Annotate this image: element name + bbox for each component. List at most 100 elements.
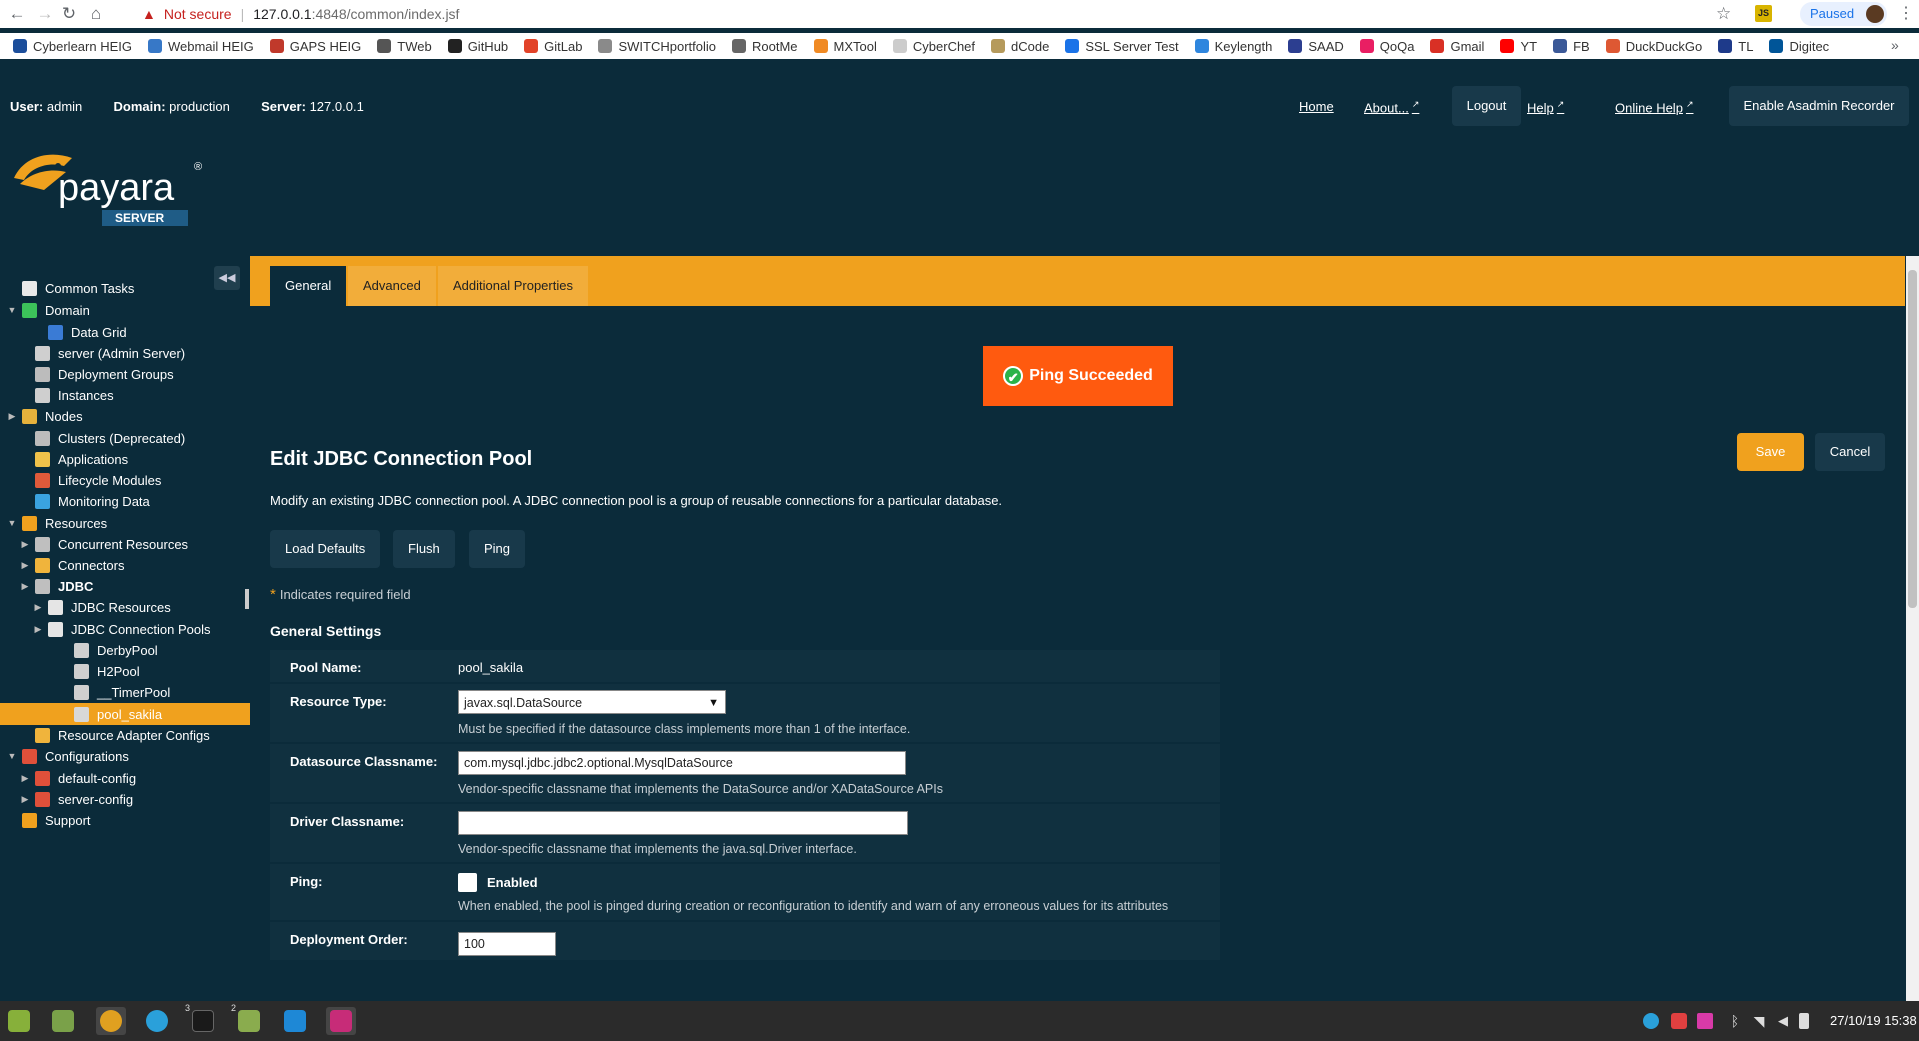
bookmark-item[interactable]: QoQa xyxy=(1359,39,1414,54)
tree-item-common-tasks[interactable]: Common Tasks xyxy=(6,277,134,299)
expand-down-icon[interactable]: ▼ xyxy=(6,751,18,761)
resource-type-select[interactable]: javax.sql.DataSource ▼ xyxy=(458,690,726,714)
tree-item-applications[interactable]: Applications xyxy=(19,448,128,470)
tab-general[interactable]: General xyxy=(270,266,347,306)
bookmark-item[interactable]: TWeb xyxy=(377,39,432,54)
tree-item-server-config[interactable]: ▶ server-config xyxy=(19,788,133,810)
folder-app-icon[interactable]: 2 xyxy=(231,1003,264,1035)
app-tray-icon[interactable] xyxy=(1697,1013,1713,1029)
bookmark-item[interactable]: FB xyxy=(1553,39,1590,54)
expand-right-icon[interactable]: ▶ xyxy=(19,773,31,784)
expand-right-icon[interactable]: ▶ xyxy=(19,581,31,592)
ping-checkbox[interactable] xyxy=(458,873,477,892)
driver-input[interactable] xyxy=(458,811,908,835)
bookmark-item[interactable]: GitHub xyxy=(447,39,508,54)
logout-button[interactable]: Logout xyxy=(1452,86,1521,126)
bookmark-item[interactable]: Webmail HEIG xyxy=(147,39,254,54)
home-link[interactable]: Home xyxy=(1299,99,1334,114)
tree-item-nodes[interactable]: ▶ Nodes xyxy=(6,405,83,427)
bookmark-item[interactable]: TL xyxy=(1718,39,1753,54)
tree-item-concurrent-resources[interactable]: ▶ Concurrent Resources xyxy=(19,533,188,555)
tab-advanced[interactable]: Advanced xyxy=(348,266,436,306)
browser-menu-icon[interactable]: ⋮ xyxy=(1898,3,1914,23)
tree-item-clusters-deprecated[interactable]: Clusters (Deprecated) xyxy=(19,427,185,449)
cancel-button[interactable]: Cancel xyxy=(1815,433,1885,471)
volume-icon[interactable]: ◀ xyxy=(1775,1013,1791,1029)
tree-item-default-config[interactable]: ▶ default-config xyxy=(19,767,136,789)
shield-icon[interactable] xyxy=(1671,1013,1687,1029)
tree-item-configurations[interactable]: ▼ Configurations xyxy=(6,745,129,767)
extension-icon[interactable]: JS xyxy=(1755,5,1772,22)
files-app-icon[interactable] xyxy=(48,1007,78,1035)
tree-item-support[interactable]: Support xyxy=(6,809,91,831)
tree-item-derbypool[interactable]: DerbyPool xyxy=(58,639,158,661)
datasource-input[interactable]: com.mysql.jdbc.jdbc2.optional.MysqlDataS… xyxy=(458,751,906,775)
bookmark-item[interactable]: MXTool xyxy=(813,39,877,54)
expand-right-icon[interactable]: ▶ xyxy=(32,602,44,613)
telegram-tray-icon[interactable] xyxy=(1643,1013,1659,1029)
tree-item-instances[interactable]: Instances xyxy=(19,384,114,406)
flush-button[interactable]: Flush xyxy=(393,530,455,568)
bluetooth-icon[interactable]: ᛒ xyxy=(1727,1013,1743,1029)
expand-down-icon[interactable]: ▼ xyxy=(6,518,18,528)
tree-item-jdbc-connection-pools[interactable]: ▶ JDBC Connection Pools xyxy=(32,618,210,640)
about-link[interactable]: About... ↗ xyxy=(1364,99,1419,115)
bookmarks-more-icon[interactable]: » xyxy=(1891,37,1905,53)
tree-item-timerpool[interactable]: __TimerPool xyxy=(58,681,170,703)
telegram-app-icon[interactable] xyxy=(142,1007,172,1035)
back-icon[interactable]: ← xyxy=(6,3,28,25)
address-bar[interactable]: ▲ Not secure | 127.0.0.1:4848/common/ind… xyxy=(142,2,1722,26)
battery-icon[interactable] xyxy=(1799,1013,1809,1029)
bookmark-item[interactable]: Keylength xyxy=(1194,39,1272,54)
bookmark-item[interactable]: GAPS HEIG xyxy=(269,39,361,54)
bookmark-item[interactable]: dCode xyxy=(991,39,1049,54)
scrollbar-thumb[interactable] xyxy=(1908,270,1917,608)
load-defaults-button[interactable]: Load Defaults xyxy=(270,530,381,568)
bookmark-item[interactable]: SSL Server Test xyxy=(1065,39,1179,54)
clock[interactable]: 27/10/19 15:38 xyxy=(1830,1013,1917,1028)
ping-button[interactable]: Ping xyxy=(469,530,526,568)
tree-item-server-admin-server[interactable]: server (Admin Server) xyxy=(19,342,185,364)
tree-item-lifecycle-modules[interactable]: Lifecycle Modules xyxy=(19,469,161,491)
expand-down-icon[interactable]: ▼ xyxy=(6,305,18,315)
terminal-app-icon[interactable]: 3 xyxy=(185,1003,218,1035)
deployment-order-input[interactable]: 100 xyxy=(458,932,556,956)
bookmark-item[interactable]: Digitec xyxy=(1769,39,1829,54)
enable-recorder-button[interactable]: Enable Asadmin Recorder xyxy=(1729,86,1909,126)
forward-icon[interactable]: → xyxy=(34,3,56,25)
tab-additional-properties[interactable]: Additional Properties xyxy=(438,266,588,306)
bookmark-item[interactable]: CyberChef xyxy=(892,39,975,54)
bookmark-item[interactable]: SWITCHportfolio xyxy=(598,39,716,54)
bookmark-star-icon[interactable]: ☆ xyxy=(1716,4,1731,24)
ping-checkbox-label[interactable]: Enabled xyxy=(487,875,538,890)
tree-item-data-grid[interactable]: Data Grid xyxy=(32,321,127,343)
main-scrollbar[interactable] xyxy=(1906,256,1919,1001)
tree-item-resource-adapter-configs[interactable]: Resource Adapter Configs xyxy=(19,724,210,746)
expand-right-icon[interactable]: ▶ xyxy=(19,794,31,805)
intellij-app-icon[interactable] xyxy=(326,1007,356,1035)
tree-item-domain[interactable]: ▼ Domain xyxy=(6,299,90,321)
mint-menu-icon[interactable] xyxy=(4,1007,34,1035)
tree-item-deployment-groups[interactable]: Deployment Groups xyxy=(19,363,174,385)
tree-item-pool-sakila[interactable]: pool_sakila xyxy=(0,703,250,725)
expand-right-icon[interactable]: ▶ xyxy=(19,539,31,550)
collapse-sidebar-icon[interactable]: ◀◀ xyxy=(214,266,240,290)
online-help-link[interactable]: Online Help ↗ xyxy=(1615,99,1693,115)
bookmark-item[interactable]: YT xyxy=(1500,39,1537,54)
bookmark-item[interactable]: DuckDuckGo xyxy=(1605,39,1702,54)
bookmark-item[interactable]: GitLab xyxy=(524,39,582,54)
sidebar-scrollbar[interactable] xyxy=(245,589,249,609)
save-button[interactable]: Save xyxy=(1737,433,1804,471)
tree-item-jdbc[interactable]: ▶ JDBC xyxy=(19,575,93,597)
profile-button[interactable]: Paused xyxy=(1800,2,1887,26)
vscode-app-icon[interactable] xyxy=(280,1007,310,1035)
wifi-icon[interactable]: ◥ xyxy=(1751,1013,1767,1029)
tree-item-h2pool[interactable]: H2Pool xyxy=(58,660,140,682)
tree-item-jdbc-resources[interactable]: ▶ JDBC Resources xyxy=(32,596,171,618)
bookmark-item[interactable]: Cyberlearn HEIG xyxy=(13,39,132,54)
tree-item-connectors[interactable]: ▶ Connectors xyxy=(19,554,124,576)
home-icon[interactable]: ⌂ xyxy=(85,3,107,25)
reload-icon[interactable]: ↻ xyxy=(58,3,80,25)
tree-item-resources[interactable]: ▼ Resources xyxy=(6,512,107,534)
help-link[interactable]: Help ↗ xyxy=(1527,99,1564,115)
